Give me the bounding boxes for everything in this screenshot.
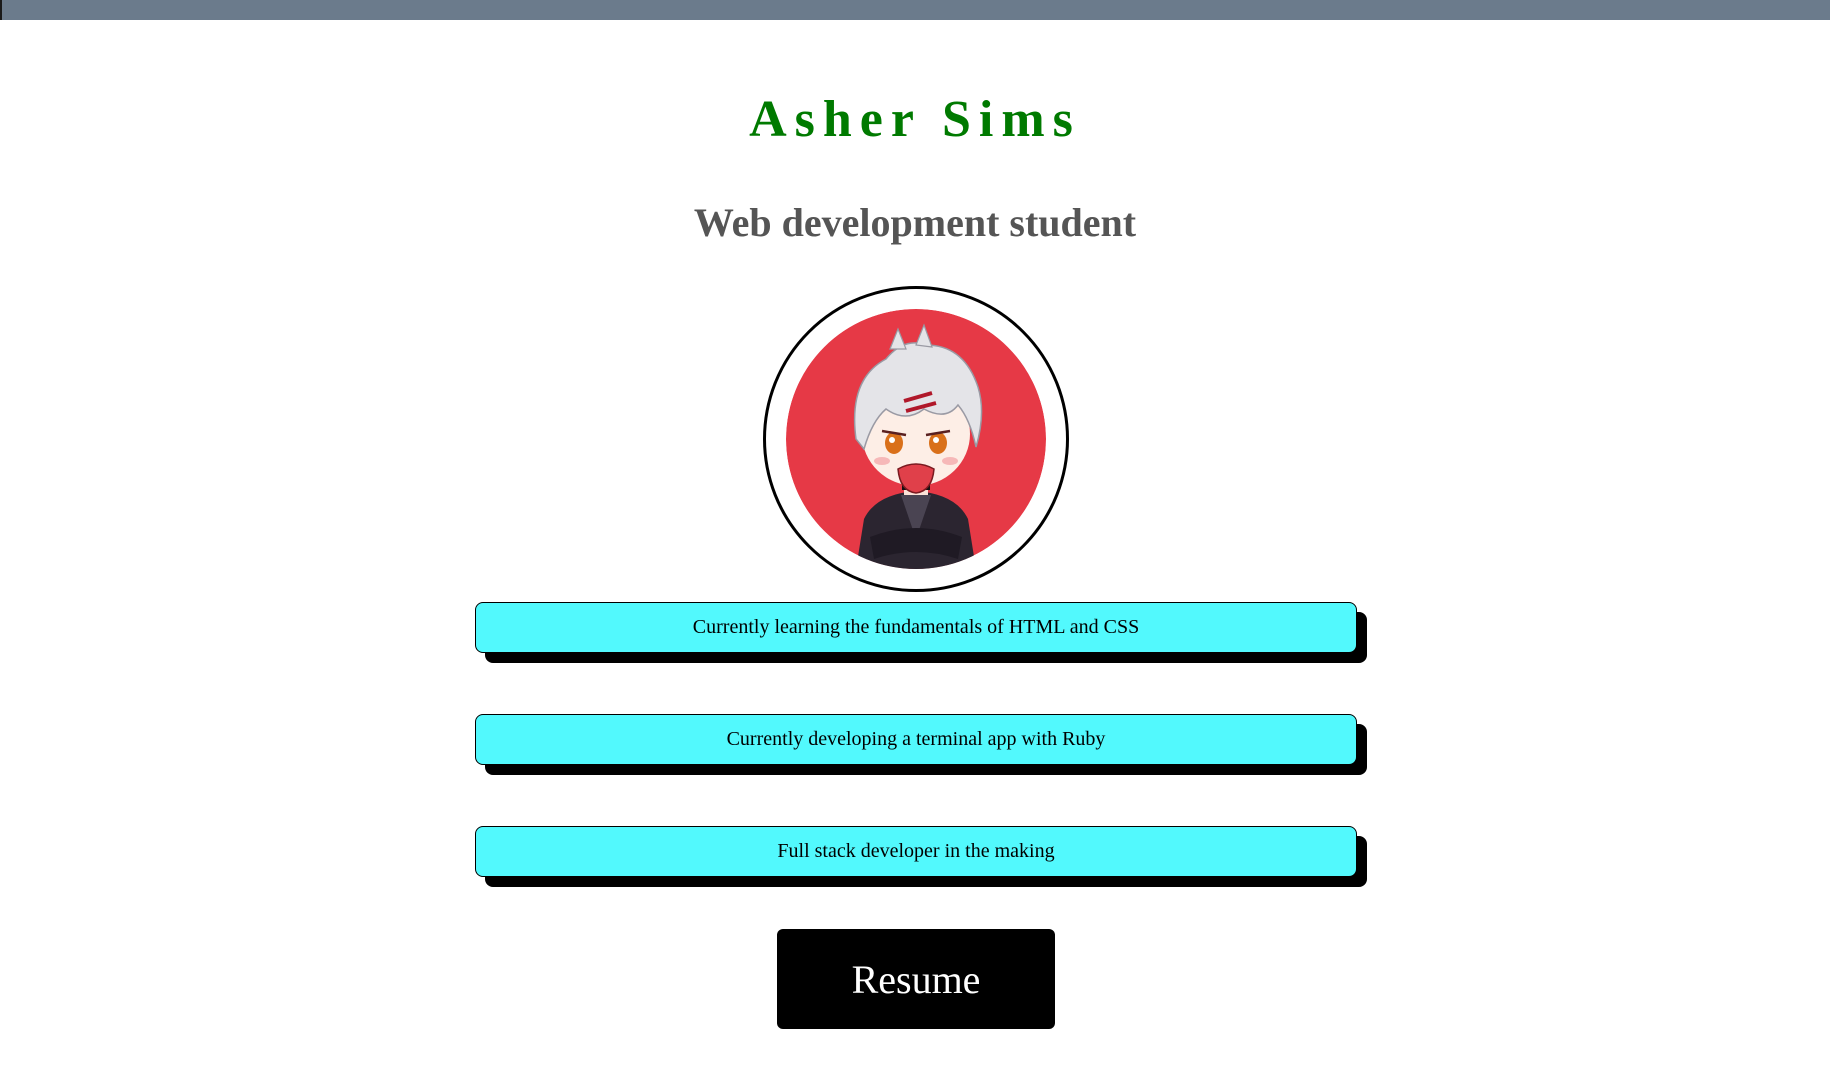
resume-button[interactable]: Resume (777, 929, 1055, 1029)
avatar-frame (763, 286, 1069, 592)
avatar (786, 309, 1046, 569)
anime-character-avatar-icon (786, 309, 1046, 569)
top-bar (0, 0, 1830, 20)
info-item: Full stack developer in the making (475, 826, 1367, 887)
page-title: Asher Sims (749, 91, 1081, 148)
info-item: Currently developing a terminal app with… (475, 714, 1367, 775)
info-item-text: Full stack developer in the making (475, 826, 1357, 877)
page-subtitle: Web development student (693, 200, 1137, 245)
info-item-text: Currently developing a terminal app with… (475, 714, 1357, 765)
info-item-text: Currently learning the fundamentals of H… (475, 602, 1357, 653)
profile-page: Asher Sims Web development student Curre… (0, 20, 1830, 1079)
info-list: Currently learning the fundamentals of H… (475, 602, 1367, 938)
info-item: Currently learning the fundamentals of H… (475, 602, 1367, 663)
